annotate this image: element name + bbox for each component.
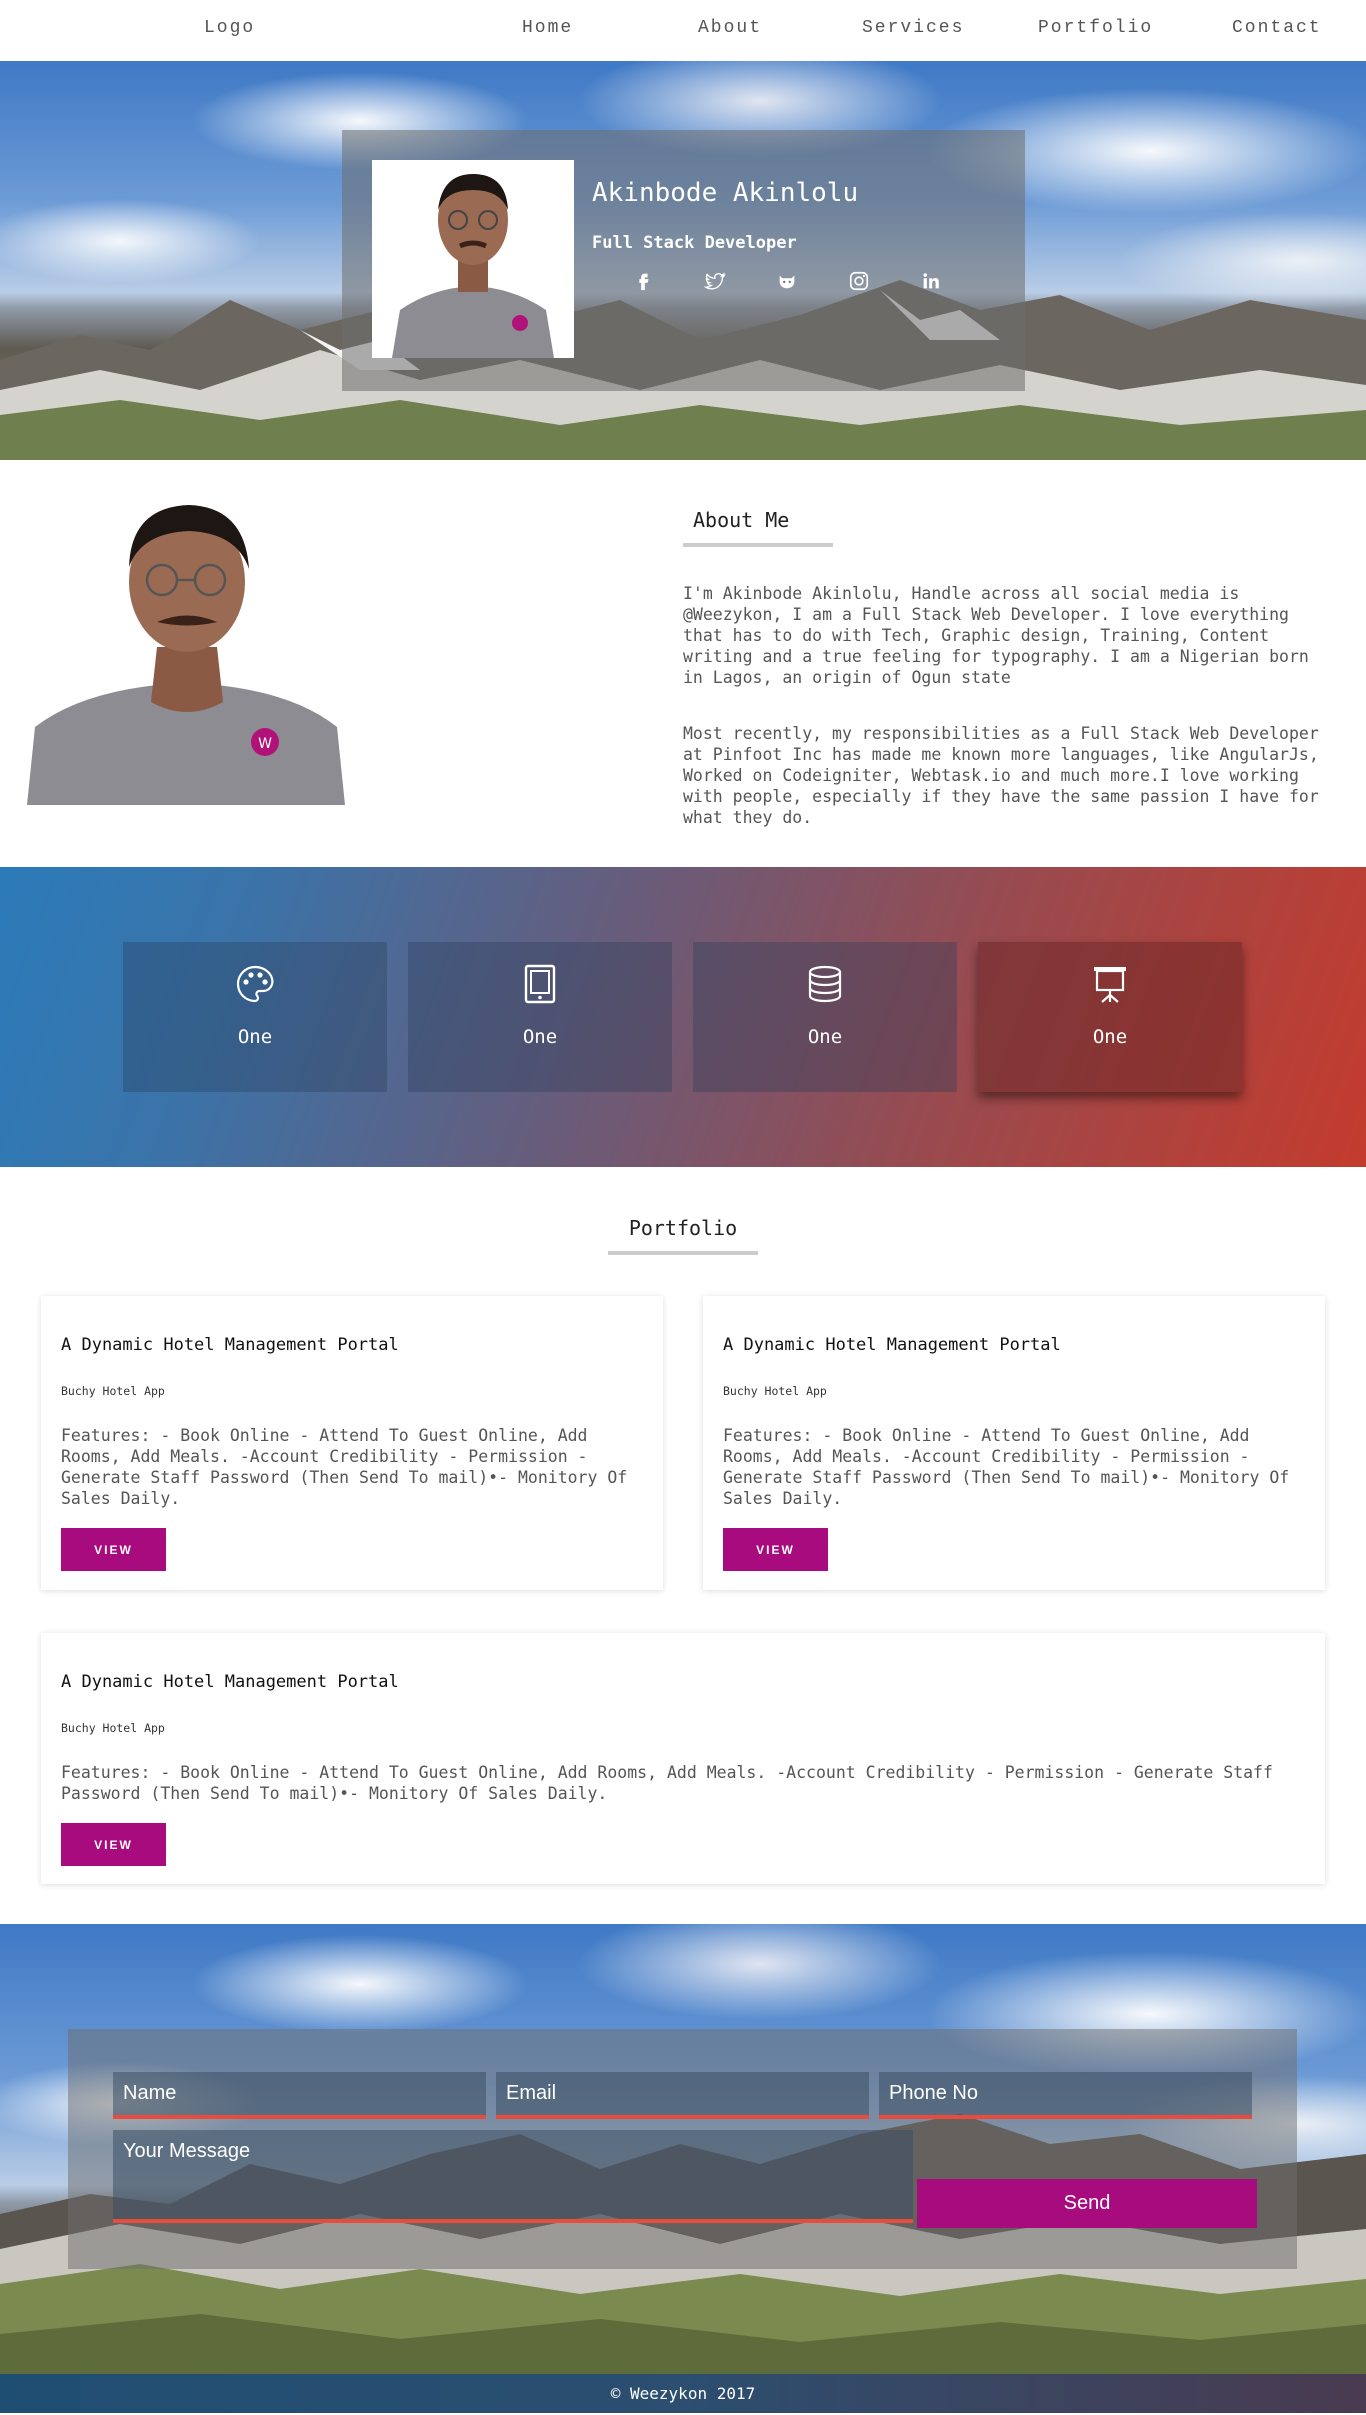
- profile-name: Akinbode Akinlolu: [592, 178, 859, 208]
- about-title-underline: [683, 543, 833, 547]
- service-card-4[interactable]: One: [978, 942, 1242, 1092]
- project-title: A Dynamic Hotel Management Portal: [61, 1672, 399, 1692]
- service-card-3[interactable]: One: [693, 942, 957, 1092]
- view-button[interactable]: VIEW: [61, 1823, 166, 1866]
- service-card-2[interactable]: One: [408, 942, 672, 1092]
- avatar-illustration: W: [27, 505, 345, 805]
- presentation-icon: [1094, 967, 1126, 1003]
- svg-text:W: W: [258, 736, 272, 752]
- footer: © Weezykon 2017: [0, 2374, 1366, 2413]
- instagram-icon[interactable]: [848, 270, 870, 292]
- service-label: One: [807, 1026, 843, 1048]
- phone-field[interactable]: [879, 2072, 1252, 2119]
- service-label: One: [1092, 1026, 1128, 1048]
- database-icon: [808, 965, 842, 1003]
- portfolio-section: Portfolio A Dynamic Hotel Management Por…: [0, 1167, 1366, 1924]
- hero-section: Akinbode Akinlolu Full Stack Developer: [0, 61, 1366, 460]
- portfolio-title-underline: [608, 1251, 758, 1255]
- avatar-illustration: [372, 160, 574, 358]
- project-subtitle: Buchy Hotel App: [723, 1384, 827, 1398]
- about-title: About Me: [693, 508, 790, 532]
- project-description: Features: - Book Online - Attend To Gues…: [723, 1426, 1290, 1508]
- profile-role: Full Stack Developer: [592, 233, 797, 253]
- service-card-1[interactable]: One: [123, 942, 387, 1092]
- about-avatar: W: [27, 497, 345, 805]
- about-paragraph-2: Most recently, my responsibilities as a …: [683, 724, 1319, 827]
- top-nav: Logo Home About Services Portfolio Conta…: [0, 0, 1366, 61]
- services-section: One One One One: [0, 867, 1366, 1167]
- linkedin-icon[interactable]: [920, 270, 942, 292]
- copyright-text: © Weezykon 2017: [610, 2384, 756, 2403]
- palette-icon: [236, 965, 274, 1003]
- facebook-icon[interactable]: [632, 270, 654, 292]
- project-subtitle: Buchy Hotel App: [61, 1384, 165, 1398]
- twitter-icon[interactable]: [703, 270, 726, 292]
- project-title: A Dynamic Hotel Management Portal: [723, 1335, 1061, 1355]
- tablet-icon: [524, 964, 556, 1004]
- project-subtitle: Buchy Hotel App: [61, 1721, 165, 1735]
- profile-card: Akinbode Akinlolu Full Stack Developer: [342, 130, 1025, 391]
- name-field[interactable]: [113, 2072, 486, 2119]
- site-logo[interactable]: Logo: [204, 18, 255, 38]
- about-paragraph-1: I'm Akinbode Akinlolu, Handle across all…: [683, 584, 1309, 687]
- message-field[interactable]: [113, 2130, 913, 2223]
- portfolio-card-1: A Dynamic Hotel Management Portal Buchy …: [41, 1296, 663, 1590]
- project-description: Features: - Book Online - Attend To Gues…: [61, 1763, 1273, 1803]
- nav-link-home[interactable]: Home: [522, 18, 573, 38]
- nav-link-about[interactable]: About: [698, 18, 762, 38]
- nav-link-services[interactable]: Services: [862, 18, 964, 38]
- project-description: Features: - Book Online - Attend To Gues…: [61, 1426, 628, 1508]
- email-field[interactable]: [496, 2072, 869, 2119]
- view-button[interactable]: VIEW: [61, 1528, 166, 1571]
- service-label: One: [237, 1026, 273, 1048]
- portfolio-card-2: A Dynamic Hotel Management Portal Buchy …: [703, 1296, 1325, 1590]
- github-icon[interactable]: [776, 270, 798, 292]
- nav-link-contact[interactable]: Contact: [1232, 18, 1322, 38]
- about-section: W About Me I'm Akinbode Akinlolu, Handle…: [0, 460, 1366, 867]
- send-button[interactable]: Send: [917, 2179, 1257, 2228]
- nav-link-portfolio[interactable]: Portfolio: [1038, 18, 1153, 38]
- contact-section: Send: [0, 1924, 1366, 2374]
- view-button[interactable]: VIEW: [723, 1528, 828, 1571]
- portfolio-card-3: A Dynamic Hotel Management Portal Buchy …: [41, 1633, 1325, 1884]
- contact-form: Send: [68, 2029, 1297, 2269]
- profile-avatar: [372, 160, 574, 358]
- service-label: One: [522, 1026, 558, 1048]
- portfolio-title: Portfolio: [628, 1216, 738, 1240]
- project-title: A Dynamic Hotel Management Portal: [61, 1335, 399, 1355]
